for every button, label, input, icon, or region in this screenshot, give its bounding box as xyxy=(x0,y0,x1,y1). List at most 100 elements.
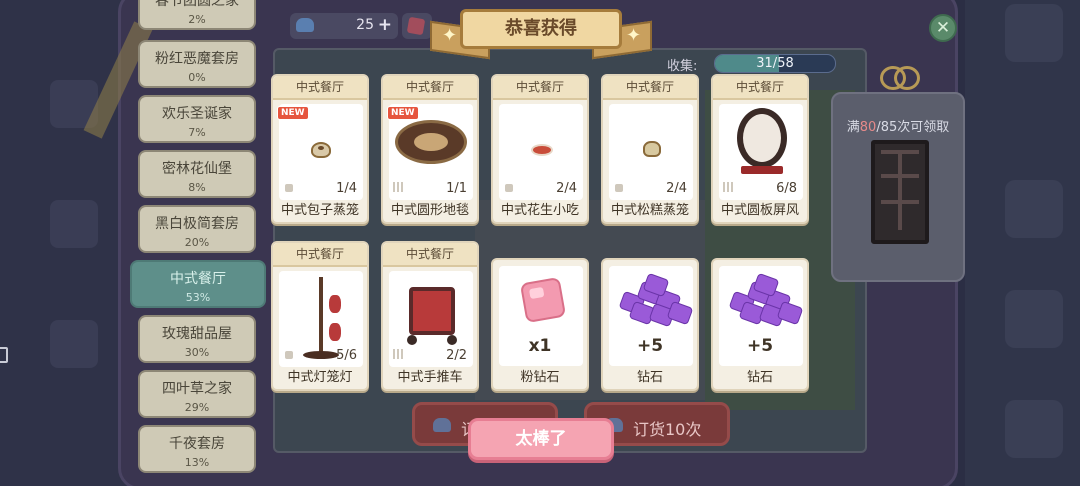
item-category: 中式餐厅 xyxy=(383,76,477,100)
category-name: 黑白极简套房 xyxy=(155,216,239,232)
category-item[interactable]: 玫瑰甜品屋 30% xyxy=(138,315,256,363)
reward-card[interactable]: +5 钻石 xyxy=(711,258,809,391)
category-item-active[interactable]: 中式餐厅 53% xyxy=(130,260,266,308)
background-tile xyxy=(1005,4,1063,62)
item-card[interactable]: 中式餐厅 2/4 中式松糕蒸笼 xyxy=(601,74,699,224)
item-name: 中式花生小吃 xyxy=(500,203,579,218)
milestone-prefix: 满 xyxy=(846,120,860,135)
background-tile xyxy=(1005,290,1063,348)
ruby-counter[interactable] xyxy=(402,13,432,39)
add-gem-button[interactable]: + xyxy=(378,15,392,35)
category-item[interactable]: 欢乐圣诞家 7% xyxy=(138,95,256,143)
category-name: 四叶草之家 xyxy=(162,381,232,397)
item-type-icon xyxy=(505,184,513,192)
milestone-suffix: /85次可领取 xyxy=(876,120,950,135)
gem-icon xyxy=(296,18,314,32)
category-percent: 13% xyxy=(184,456,210,469)
background-tile xyxy=(50,200,98,248)
gem-icon xyxy=(433,418,451,432)
item-count: 5/6 xyxy=(336,348,357,363)
item-category: 中式餐厅 xyxy=(493,76,587,100)
gem-counter[interactable]: 25 + xyxy=(290,13,398,39)
item-count: 1/1 xyxy=(446,181,467,196)
lantern-shape xyxy=(329,295,341,313)
background-tile xyxy=(1005,400,1063,458)
reward-card[interactable]: +5 钻石 xyxy=(601,258,699,391)
item-card[interactable]: 中式餐厅 2/4 中式花生小吃 xyxy=(491,74,589,224)
sparkle-icon: ✦ xyxy=(626,25,642,46)
item-count: 6/8 xyxy=(776,181,797,196)
item-card[interactable]: 中式餐厅 5/6 中式灯笼灯 xyxy=(271,241,369,391)
reward-name: 钻石 xyxy=(636,370,663,385)
item-category: 中式餐厅 xyxy=(713,76,807,100)
steamed-bun-icon xyxy=(311,142,331,158)
milestone-text: 满80/85次可领取 xyxy=(833,116,963,135)
category-name: 粉红恶魔套房 xyxy=(155,51,239,67)
reward-name: 钻石 xyxy=(746,370,773,385)
category-item[interactable]: 四叶草之家 29% xyxy=(138,370,256,418)
reward-amount: x1 xyxy=(528,336,552,356)
ruby-icon xyxy=(406,16,426,36)
reward-card[interactable]: x1 粉钻石 xyxy=(491,258,589,391)
pink-diamond-icon xyxy=(519,276,567,324)
item-card[interactable]: 中式餐厅 6/8 中式圆板屏风 xyxy=(711,74,809,224)
new-badge: NEW xyxy=(387,106,419,120)
category-item[interactable]: 黑白极简套房 20% xyxy=(138,205,256,253)
item-category: 中式餐厅 xyxy=(383,243,477,267)
congrats-banner: 恭喜获得 ✦ ✦ xyxy=(430,9,652,60)
category-item[interactable]: 春节团圆之家 2% xyxy=(138,0,256,30)
collect-label: 收集: xyxy=(667,59,698,74)
screen-base xyxy=(741,166,783,174)
item-count: 2/4 xyxy=(666,181,687,196)
item-category: 中式餐厅 xyxy=(603,76,697,100)
item-card[interactable]: 中式餐厅 2/2 中式手推车 xyxy=(381,241,479,391)
cart-wheel xyxy=(407,335,417,345)
category-name: 千夜套房 xyxy=(169,436,225,452)
round-rug-icon xyxy=(395,120,467,164)
milestone-reward-card[interactable]: 满80/85次可领取 xyxy=(831,92,965,282)
great-confirm-button[interactable]: 太棒了 xyxy=(468,418,614,460)
category-percent: 8% xyxy=(188,181,206,194)
close-button[interactable]: ✕ xyxy=(929,14,957,42)
milestone-current: 80 xyxy=(859,120,877,135)
peanut-snack-icon xyxy=(531,144,553,156)
background-right xyxy=(965,0,1080,486)
background-tile xyxy=(50,320,98,368)
category-name: 春节团圆之家 xyxy=(155,0,239,9)
sponge-cake-icon xyxy=(643,141,661,157)
bow-icon xyxy=(880,66,920,92)
item-name: 中式圆形地毯 xyxy=(390,203,469,218)
category-percent: 20% xyxy=(184,236,210,249)
item-name: 中式灯笼灯 xyxy=(287,370,353,385)
category-percent: 0% xyxy=(188,71,206,84)
diamond-pile-icon xyxy=(727,272,804,328)
reward-amount: +5 xyxy=(746,336,774,356)
item-category: 中式餐厅 xyxy=(273,76,367,100)
sparkle-icon: ✦ xyxy=(442,25,458,46)
item-card[interactable]: 中式餐厅 NEW 1/4 中式包子蒸笼 xyxy=(271,74,369,224)
item-category: 中式餐厅 xyxy=(273,243,367,267)
category-name: 欢乐圣诞家 xyxy=(162,106,232,122)
category-percent: 53% xyxy=(185,291,211,304)
item-name: 中式松糕蒸笼 xyxy=(610,203,689,218)
item-card[interactable]: 中式餐厅 NEW 1/1 中式圆形地毯 xyxy=(381,74,479,224)
item-count: 1/4 xyxy=(336,181,357,196)
category-percent: 30% xyxy=(184,346,210,359)
item-name: 中式手推车 xyxy=(397,370,463,385)
category-item[interactable]: 粉红恶魔套房 0% xyxy=(138,40,256,88)
category-percent: 7% xyxy=(188,126,206,139)
cart-wheel xyxy=(447,335,457,345)
gem-count: 25 xyxy=(356,17,374,33)
category-item[interactable]: 千夜套房 13% xyxy=(138,425,256,473)
category-percent: 29% xyxy=(184,401,210,414)
item-type-icon xyxy=(723,182,735,192)
category-percent: 2% xyxy=(188,13,206,26)
category-name: 玫瑰甜品屋 xyxy=(162,326,232,342)
item-type-icon xyxy=(285,184,293,192)
reward-name: 粉钻石 xyxy=(520,370,560,385)
category-item[interactable]: 密林花仙堡 8% xyxy=(138,150,256,198)
lamp-base xyxy=(303,351,339,359)
category-name: 中式餐厅 xyxy=(170,271,226,287)
item-name: 中式圆板屏风 xyxy=(720,203,799,218)
edge-handle-icon[interactable] xyxy=(0,347,8,363)
